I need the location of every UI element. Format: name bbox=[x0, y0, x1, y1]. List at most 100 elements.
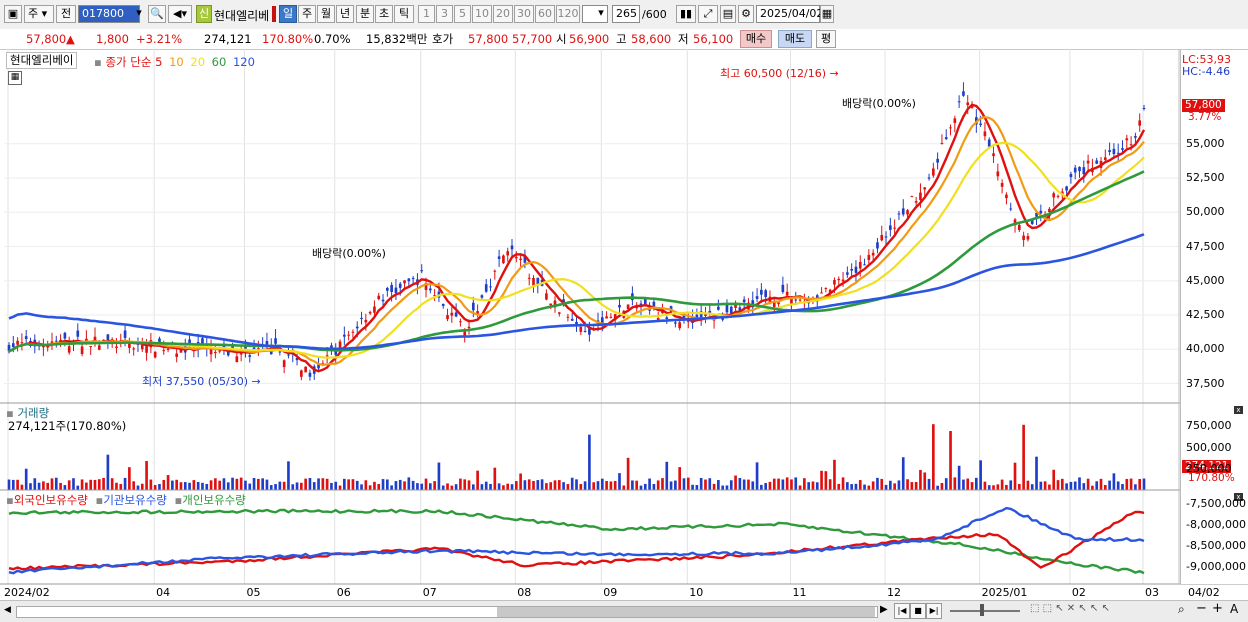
zoom-in-icon[interactable]: + bbox=[1212, 601, 1223, 616]
period-second-button[interactable]: 초 bbox=[375, 5, 393, 23]
volume-bar bbox=[67, 480, 71, 490]
volume-bar bbox=[1030, 484, 1034, 490]
gear-icon[interactable]: ⚙ bbox=[738, 5, 754, 23]
period-month-button[interactable]: 월 bbox=[317, 5, 335, 23]
volume-bar bbox=[906, 479, 909, 490]
interval-120-button[interactable]: 120 bbox=[556, 5, 580, 23]
code-dropdown-icon[interactable]: ▾ bbox=[132, 5, 146, 23]
x-axis-label: 05 bbox=[246, 586, 261, 599]
volume-bar bbox=[407, 477, 411, 490]
candle-body bbox=[1056, 195, 1060, 197]
evaluation-button[interactable]: 평 bbox=[816, 30, 836, 48]
period-day-button[interactable]: 일 bbox=[279, 5, 297, 23]
candle-body bbox=[880, 234, 884, 241]
last-page-icon[interactable]: ▶| bbox=[926, 603, 942, 619]
volume-close-icon[interactable]: x bbox=[1234, 406, 1243, 414]
grid-toggle-icon[interactable]: ▦ bbox=[8, 71, 22, 85]
volume-bar bbox=[613, 480, 617, 490]
x-axis-label: 10 bbox=[689, 586, 704, 599]
interval-1-button[interactable]: 1 bbox=[418, 5, 435, 23]
volume-bar bbox=[519, 473, 522, 490]
volume-bar bbox=[330, 482, 333, 490]
candle-body bbox=[570, 318, 574, 321]
auto-scale-icon[interactable]: A bbox=[1230, 602, 1238, 616]
date-input[interactable]: 2025/04/02 bbox=[756, 5, 823, 23]
zoom-search-icon[interactable]: ⌕ bbox=[1178, 602, 1185, 617]
candle-body bbox=[777, 302, 780, 305]
volume-bar bbox=[355, 480, 359, 490]
volume-bar bbox=[575, 479, 578, 490]
volume-bar bbox=[1056, 480, 1060, 490]
volume-bar bbox=[446, 483, 449, 490]
volume-bar bbox=[1013, 462, 1017, 490]
volume-bar bbox=[897, 480, 901, 490]
candle-body bbox=[764, 290, 767, 297]
period-tick-button[interactable]: 틱 bbox=[394, 5, 414, 23]
scrollbar-thumb[interactable] bbox=[497, 607, 875, 617]
save-icon[interactable]: ▤ bbox=[720, 5, 736, 23]
volume-bar bbox=[162, 479, 166, 490]
candle-body bbox=[420, 270, 424, 272]
candle-type-icon[interactable]: ▮▮ bbox=[676, 5, 696, 23]
interval-5-button[interactable]: 5 bbox=[454, 5, 471, 23]
candle-body bbox=[1026, 236, 1030, 240]
drawing-tool-icon[interactable]: ⤢ bbox=[698, 5, 718, 23]
candle-body bbox=[97, 345, 101, 350]
candle-body bbox=[1005, 194, 1008, 199]
drawing-tools-icon[interactable]: ⬚ ⬚ ↖ ✕ ↖ ↖ ↖ bbox=[1030, 603, 1110, 614]
candle-body bbox=[966, 102, 970, 106]
volume-bar bbox=[416, 483, 419, 490]
holdings-legend-icon-1: ▪ bbox=[6, 493, 14, 507]
candle-body bbox=[67, 346, 71, 353]
price-y-tick: 42,500 bbox=[1186, 308, 1225, 321]
prev-button[interactable]: 전 bbox=[56, 5, 76, 23]
candle-body bbox=[785, 291, 789, 296]
candle-body bbox=[876, 242, 879, 249]
buy-button[interactable]: 매수 bbox=[740, 30, 772, 48]
volume-bar bbox=[1086, 478, 1090, 490]
calendar-icon[interactable]: ▦ bbox=[820, 5, 834, 23]
volume-bar bbox=[846, 482, 849, 490]
hc-value: HC:-4.46 bbox=[1182, 65, 1231, 78]
candle-body bbox=[480, 295, 484, 298]
sell-button[interactable]: 매도 bbox=[778, 30, 812, 48]
zoom-slider-track[interactable] bbox=[950, 610, 1020, 612]
candle-body bbox=[214, 352, 217, 354]
volume-bar bbox=[188, 482, 191, 490]
period-week-button[interactable]: 주 bbox=[298, 5, 316, 23]
volume-bar bbox=[295, 482, 299, 490]
search-icon[interactable]: 🔍 bbox=[148, 5, 166, 23]
period-minute-button[interactable]: 분 bbox=[356, 5, 374, 23]
horizontal-scrollbar[interactable] bbox=[16, 606, 878, 618]
window-menu-icon[interactable]: ▣ bbox=[4, 5, 22, 23]
volume-bar bbox=[308, 478, 312, 490]
volume-bar bbox=[579, 484, 583, 490]
candle-body bbox=[218, 350, 221, 352]
volume-bar bbox=[411, 480, 415, 490]
stock-code-input[interactable]: 017800 bbox=[78, 5, 140, 23]
scroll-left-icon[interactable]: ◀ bbox=[4, 605, 11, 615]
candle-body bbox=[833, 280, 836, 285]
volume-bar bbox=[532, 480, 535, 490]
zoom-slider-handle[interactable] bbox=[980, 604, 984, 616]
stock-chart[interactable] bbox=[0, 49, 1248, 600]
interval-20-button[interactable]: 20 bbox=[493, 5, 513, 23]
scroll-right-icon[interactable]: ▶ bbox=[880, 604, 888, 615]
volume-bar bbox=[562, 482, 565, 490]
stop-icon[interactable]: ■ bbox=[910, 603, 926, 619]
price-change-pct: +3.21% bbox=[136, 32, 183, 46]
candle-body bbox=[527, 277, 531, 279]
display-count-input[interactable]: 265 bbox=[612, 5, 640, 23]
period-year-button[interactable]: 년 bbox=[336, 5, 354, 23]
zoom-out-icon[interactable]: − bbox=[1196, 601, 1207, 616]
interval-10-button[interactable]: 10 bbox=[472, 5, 492, 23]
market-select[interactable]: 주 ▾ bbox=[24, 5, 54, 23]
interval-30-button[interactable]: 30 bbox=[514, 5, 534, 23]
volume-bar bbox=[489, 483, 492, 490]
first-page-icon[interactable]: |◀ bbox=[894, 603, 910, 619]
interval-3-button[interactable]: 3 bbox=[436, 5, 453, 23]
interval-60-button[interactable]: 60 bbox=[535, 5, 555, 23]
custom-interval-dropdown-icon[interactable]: ▾ bbox=[594, 5, 608, 23]
dividend-annotation-1: 배당락(0.00%) bbox=[312, 247, 386, 260]
speaker-icon[interactable]: ◀▾ bbox=[168, 5, 192, 23]
